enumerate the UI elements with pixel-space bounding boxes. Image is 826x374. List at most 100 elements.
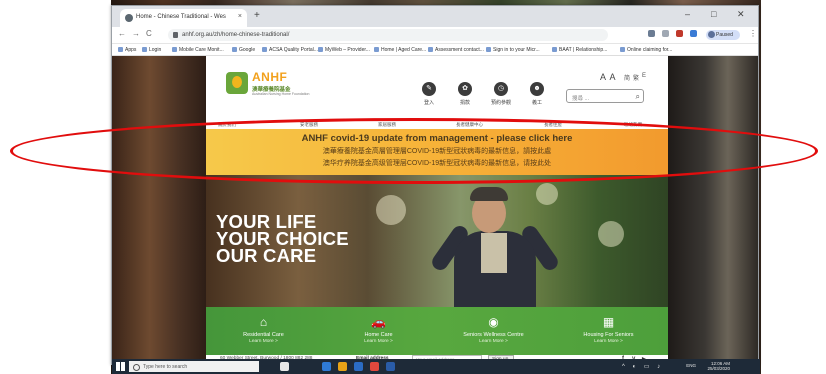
lang-english[interactable]: E — [642, 73, 646, 79]
brand-name[interactable]: ANHF — [252, 70, 287, 84]
bookmark-item[interactable]: Google — [232, 47, 255, 53]
chrome-icon[interactable] — [370, 362, 379, 371]
calendar-icon: ◷ — [494, 82, 508, 96]
bookmark-item[interactable]: MyWeb – Provider... — [318, 47, 370, 53]
url-text: anhf.org.au/zh/home-chinese-traditional/ — [182, 32, 290, 38]
quick-link-label: 捐款 — [459, 100, 470, 106]
text-size-toggle[interactable]: A A — [600, 72, 617, 82]
bookmark-item[interactable]: Apps — [118, 47, 136, 53]
service-home-care[interactable]: 🚗 Home Care Learn More > — [321, 307, 436, 355]
input-language[interactable]: ENG — [686, 363, 696, 368]
new-tab-button[interactable]: + — [254, 10, 260, 21]
tab-close-icon[interactable]: × — [238, 13, 242, 20]
maximize-icon[interactable]: □ — [711, 9, 716, 19]
minimize-icon[interactable]: – — [685, 9, 690, 19]
housing-icon: ▦ — [602, 315, 615, 329]
favicon-icon — [125, 14, 133, 22]
bookmark-item[interactable]: Mobile Care Monit... — [172, 47, 224, 53]
taskbar-search-placeholder: Type here to search — [143, 364, 188, 370]
wellness-centre-icon: ◉ — [488, 315, 499, 329]
star-icon[interactable] — [662, 30, 669, 37]
highlight-ellipse — [10, 118, 818, 184]
tab-title: Home - Chinese Traditional - Wes — [136, 14, 226, 20]
tab-bar: Home - Chinese Traditional - Wes × + – □… — [112, 6, 758, 27]
taskbar-search-input[interactable]: Type here to search — [129, 361, 259, 372]
bookmark-item[interactable]: Login — [142, 47, 161, 53]
service-title: Seniors Wellness Centre — [463, 332, 524, 338]
profile-button[interactable]: Paused — [706, 30, 740, 40]
quick-links: ✎ 登入 ✿ 捐款 ◷ 預約參觀 ☻ 義工 — [412, 82, 552, 122]
home-care-icon: 🚗 — [371, 315, 386, 329]
bokeh-light — [536, 183, 558, 205]
windows-start-icon[interactable] — [116, 362, 125, 371]
hero-line: OUR CARE — [216, 245, 317, 266]
person-cap — [470, 187, 508, 201]
extension-icon[interactable] — [676, 30, 683, 37]
bookmark-item[interactable]: Sign in to your Micr... — [486, 47, 540, 53]
browser-tab[interactable]: Home - Chinese Traditional - Wes × — [120, 9, 247, 27]
residential-care-icon: ⌂ — [259, 315, 268, 329]
side-background-left — [112, 56, 206, 364]
service-title: Housing For Seniors — [583, 332, 634, 338]
window-close-icon[interactable]: ✕ — [737, 9, 745, 20]
service-housing[interactable]: ▦ Housing For Seniors Learn More > — [551, 307, 666, 355]
browser-window: Home - Chinese Traditional - Wes × + – □… — [111, 5, 759, 365]
quick-link-label: 登入 — [423, 100, 434, 106]
learn-more-link[interactable]: Learn More > — [436, 339, 551, 344]
search-icon[interactable]: ⌕ — [636, 92, 640, 102]
site-search-input[interactable]: 搜尋 ... ⌕ — [566, 89, 644, 103]
services-strip: ⌂ Residential Care Learn More > 🚗 Home C… — [206, 307, 668, 355]
learn-more-link[interactable]: Learn More > — [321, 339, 436, 344]
extension-icon[interactable] — [690, 30, 697, 37]
anhf-logo-icon[interactable] — [226, 72, 248, 94]
bookmarks-bar: Apps Login Mobile Care Monit... Google A… — [112, 44, 758, 56]
extension-icon[interactable] — [648, 30, 655, 37]
reload-icon[interactable]: C — [146, 29, 152, 38]
back-icon[interactable]: ← — [118, 29, 126, 38]
menu-kebab-icon[interactable]: ⋮ — [749, 29, 757, 38]
quick-link-volunteer[interactable]: ☻ 義工 — [520, 82, 554, 106]
service-wellness-centre[interactable]: ◉ Seniors Wellness Centre Learn More > — [436, 307, 551, 355]
web-page: ANHF 澳華療養院基金 Australian Nursing Home Fou… — [112, 56, 758, 364]
bokeh-light — [598, 221, 624, 247]
service-title: Residential Care — [243, 332, 284, 338]
forward-icon[interactable]: → — [132, 29, 140, 38]
pen-icon: ✎ — [422, 82, 436, 96]
windows-taskbar: Type here to search ^ ◐ ▭ ♪ ENG 12:06 AM… — [112, 359, 760, 374]
quick-link-login[interactable]: ✎ 登入 — [412, 82, 446, 106]
service-residential-care[interactable]: ⌂ Residential Care Learn More > — [206, 307, 321, 355]
lang-traditional[interactable]: 繁 — [633, 73, 639, 82]
quick-link-donate[interactable]: ✿ 捐款 — [448, 82, 482, 106]
learn-more-link[interactable]: Learn More > — [206, 339, 321, 344]
lock-icon — [173, 32, 178, 38]
clock[interactable]: 12:06 AM 25/03/2020 — [707, 361, 730, 371]
quick-link-label: 預約參觀 — [490, 100, 511, 106]
bookmark-item[interactable]: BAAT | Relationship... — [552, 47, 607, 53]
system-tray-icons[interactable]: ^ ◐ ▭ ♪ — [622, 363, 663, 370]
hero-person — [429, 183, 561, 307]
service-title: Home Care — [364, 332, 393, 338]
lang-simplified[interactable]: 简 — [624, 73, 630, 82]
page-content: ANHF 澳華療養院基金 Australian Nursing Home Fou… — [206, 56, 668, 364]
bookmark-item[interactable]: Online claiming for... — [620, 47, 672, 53]
quick-link-booking[interactable]: ◷ 預約參觀 — [484, 82, 518, 106]
word-icon[interactable] — [386, 362, 395, 371]
quick-link-label: 義工 — [531, 100, 542, 106]
address-bar-row: ← → C anhf.org.au/zh/home-chinese-tradit… — [112, 27, 758, 44]
edge-icon[interactable] — [322, 362, 331, 371]
search-placeholder: 搜尋 ... — [572, 96, 590, 102]
screen: Home - Chinese Traditional - Wes × + – □… — [0, 0, 826, 374]
url-field[interactable]: anhf.org.au/zh/home-chinese-traditional/ — [168, 29, 608, 41]
bookmark-item[interactable]: Home | Aged Care... — [374, 47, 426, 53]
outlook-icon[interactable] — [354, 362, 363, 371]
gift-icon: ✿ — [458, 82, 472, 96]
person-icon: ☻ — [530, 82, 544, 96]
bookmark-item[interactable]: Assessment contact... — [428, 47, 484, 53]
brand-tagline: Australian Nursing Home Foundation — [252, 92, 310, 96]
file-explorer-icon[interactable] — [338, 362, 347, 371]
bookmark-item[interactable]: ACSA Quality Portal... — [262, 47, 318, 53]
learn-more-link[interactable]: Learn More > — [551, 339, 666, 344]
task-view-icon[interactable] — [280, 362, 289, 371]
clock-date: 25/03/2020 — [707, 366, 730, 371]
side-background-right — [668, 56, 758, 364]
